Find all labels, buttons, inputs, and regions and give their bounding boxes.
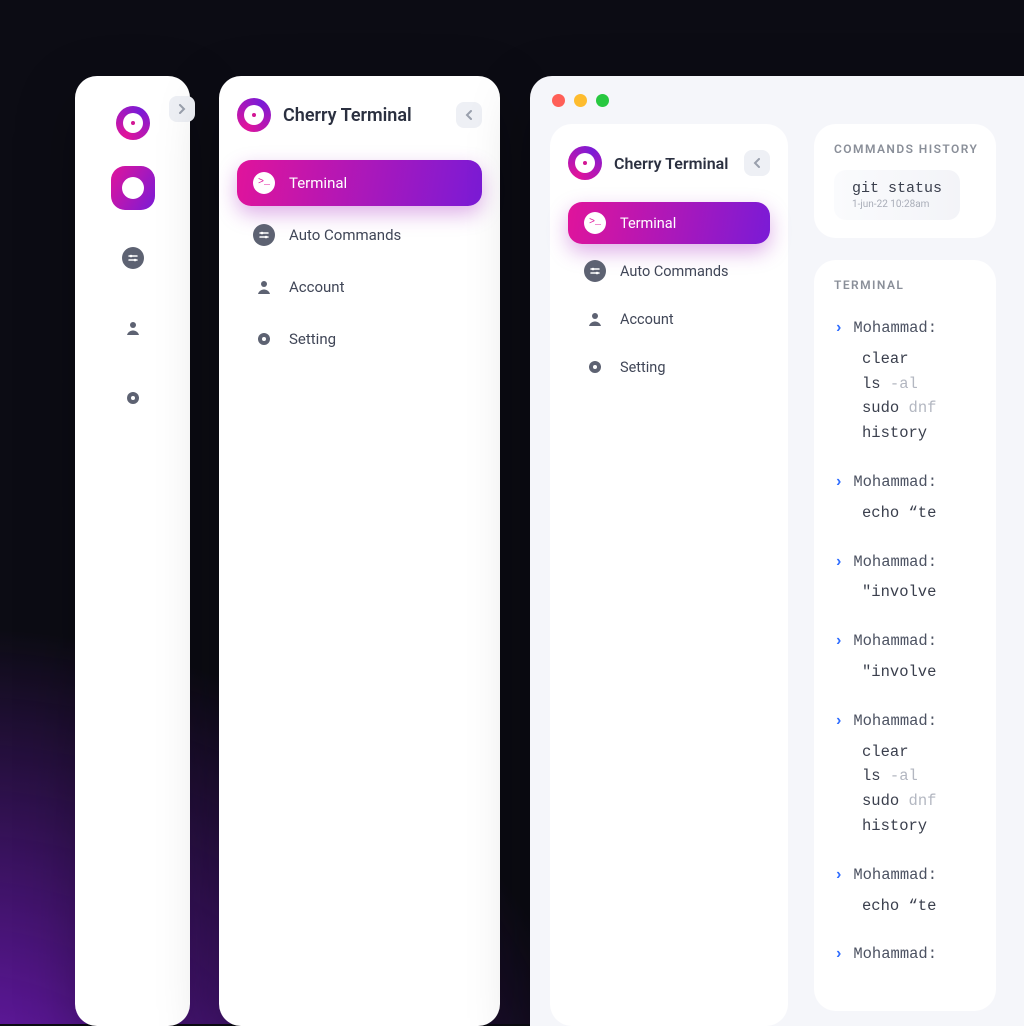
collapse-sidebar-button[interactable] [456, 102, 482, 128]
sidebar-collapsed: >_ [75, 76, 190, 1026]
sidebar-item-label: Terminal [620, 215, 676, 232]
terminal-lines: "involve [834, 580, 978, 605]
terminal-user: Mohammad: [853, 863, 937, 888]
gear-icon [124, 389, 142, 407]
terminal-card: TERMINAL › Mohammad: clear ls -al sudo dnf… [814, 260, 996, 1011]
prompt-chevron-icon: › [834, 863, 843, 888]
terminal-user: Mohammad: [853, 942, 937, 967]
sidebar-item-label: Auto Commands [289, 226, 401, 244]
window-controls[interactable] [552, 94, 609, 107]
user-icon [124, 319, 142, 337]
terminal-lines: "involve [834, 660, 978, 685]
chevron-left-icon [752, 158, 762, 168]
terminal-icon: >_ [253, 172, 275, 194]
sidebar-item-label: Setting [620, 359, 665, 376]
terminal-user: Mohammad: [853, 470, 937, 495]
close-window-icon[interactable] [552, 94, 565, 107]
user-icon [586, 310, 604, 328]
prompt-chevron-icon: › [834, 470, 843, 495]
terminal-user: Mohammad: [853, 316, 937, 341]
sidebar-item-terminal[interactable]: >_ Terminal [237, 160, 482, 206]
sidebar-item-label: Auto Commands [620, 263, 729, 280]
sliders-icon [253, 224, 275, 246]
maximize-window-icon[interactable] [596, 94, 609, 107]
prompt-chevron-icon: › [834, 709, 843, 734]
sidebar-item-terminal[interactable]: >_ Terminal [568, 202, 770, 244]
gear-icon [255, 330, 273, 348]
prompt-chevron-icon: › [834, 629, 843, 654]
terminal-lines: clear ls -al sudo dnf history [834, 740, 978, 839]
gear-icon [586, 358, 604, 376]
rail-item-setting[interactable] [111, 376, 155, 420]
sidebar-item-auto-commands[interactable]: Auto Commands [568, 250, 770, 292]
terminal-user: Mohammad: [853, 629, 937, 654]
rail-item-terminal[interactable]: >_ [111, 166, 155, 210]
app-title: Cherry Terminal [614, 154, 728, 173]
sidebar-expanded: Cherry Terminal >_ Terminal Auto Command… [219, 76, 500, 1026]
sidebar-item-label: Setting [289, 330, 336, 348]
expand-sidebar-button[interactable] [169, 96, 195, 122]
minimize-window-icon[interactable] [574, 94, 587, 107]
prompt-chevron-icon: › [834, 316, 843, 341]
app-logo [116, 106, 150, 140]
terminal-lines: echo “te [834, 894, 978, 919]
sidebar-item-account[interactable]: Account [237, 264, 482, 310]
app-title: Cherry Terminal [283, 105, 412, 126]
app-window: Cherry Terminal >_ Terminal Auto Command… [530, 76, 1024, 1026]
collapse-sidebar-button[interactable] [744, 150, 770, 176]
user-icon [255, 278, 273, 296]
section-title: COMMANDS HISTORY [834, 142, 978, 156]
terminal-user: Mohammad: [853, 709, 937, 734]
sidebar-item-account[interactable]: Account [568, 298, 770, 340]
history-chip[interactable]: git status 1-jun-22 10:28am [834, 170, 960, 220]
cherry-icon [127, 117, 139, 129]
commands-history-card: COMMANDS HISTORY git status 1-jun-22 10:… [814, 124, 996, 238]
prompt-chevron-icon: › [834, 550, 843, 575]
prompt-chevron-icon: › [834, 942, 843, 967]
terminal-icon: >_ [584, 212, 606, 234]
terminal-user: Mohammad: [853, 550, 937, 575]
sidebar-item-label: Account [620, 311, 674, 328]
history-time: 1-jun-22 10:28am [852, 199, 942, 210]
section-title: TERMINAL [834, 278, 978, 292]
app-logo [568, 146, 602, 180]
sliders-icon [584, 260, 606, 282]
sidebar-item-setting[interactable]: Setting [237, 316, 482, 362]
rail-item-auto-commands[interactable] [111, 236, 155, 280]
history-command: git status [852, 180, 942, 197]
app-logo [237, 98, 271, 132]
chevron-left-icon [464, 110, 474, 120]
app-sidebar: Cherry Terminal >_ Terminal Auto Command… [550, 124, 788, 1026]
terminal-lines: clear ls -al sudo dnf history [834, 347, 978, 446]
sidebar-item-label: Account [289, 278, 345, 296]
sidebar-item-auto-commands[interactable]: Auto Commands [237, 212, 482, 258]
sidebar-item-label: Terminal [289, 174, 347, 192]
cherry-icon [579, 157, 591, 169]
rail-item-account[interactable] [111, 306, 155, 350]
terminal-output[interactable]: › Mohammad: clear ls -al sudo dnf history ›… [834, 306, 978, 987]
cherry-icon [248, 109, 260, 121]
chevron-right-icon [177, 104, 187, 114]
terminal-lines: echo “te [834, 501, 978, 526]
terminal-icon: >_ [122, 177, 144, 199]
sliders-icon [122, 247, 144, 269]
sidebar-item-setting[interactable]: Setting [568, 346, 770, 388]
